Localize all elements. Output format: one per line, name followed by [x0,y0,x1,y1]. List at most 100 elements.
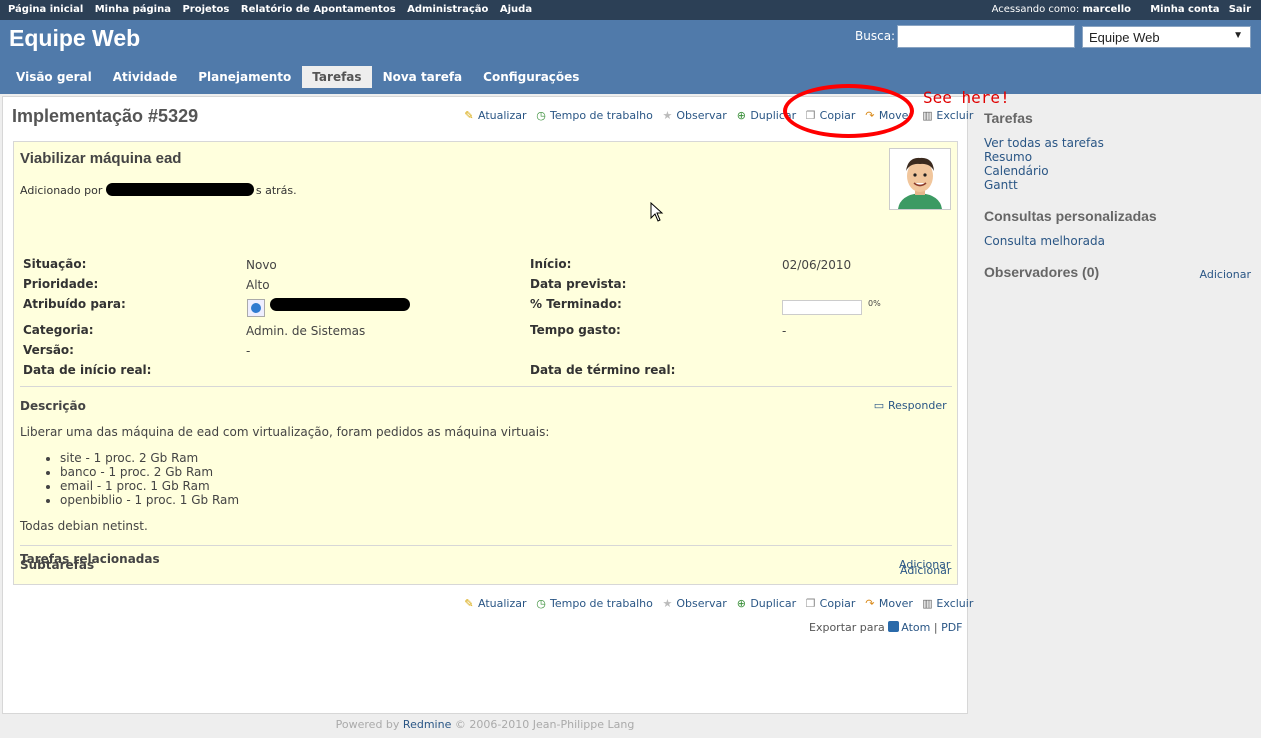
delete-label: Excluir [936,109,974,122]
trash-icon: ▥ [922,597,933,610]
priority-value: Alto [246,278,270,292]
issue-actions-bottom: ✎ Atualizar ◷ Tempo de trabalho ★ Observar … [458,597,973,610]
search-input[interactable] [897,25,1075,48]
redaction-mark [270,298,410,311]
done-progress-bar [782,300,862,315]
redmine-link[interactable]: Redmine [403,718,451,731]
version-label: Versão: [23,343,74,357]
sidebar-link-custom-query[interactable]: Consulta melhorada [984,234,1254,248]
description-list: site - 1 proc. 2 Gb Ram banco - 1 proc. … [60,451,549,507]
assigned-to-label: Atribuído para: [23,297,126,311]
status-value: Novo [246,258,277,272]
delete-button[interactable]: ▥ Excluir [920,109,973,122]
list-item: banco - 1 proc. 2 Gb Ram [60,465,549,479]
top-menu-my-page[interactable]: Minha página [95,4,171,15]
user-icon [247,299,265,317]
watch-button[interactable]: ★ Observar [660,597,726,610]
project-title: Equipe Web [9,25,141,51]
added-ago-suffix: s atrás. [255,184,297,197]
top-menu-time-report[interactable]: Relatório de Apontamentos [241,4,396,15]
mouse-cursor-icon [650,202,664,222]
reply-button[interactable]: ▭ Responder [872,399,947,412]
sidebar-link-summary[interactable]: Resumo [984,150,1254,164]
log-time-button[interactable]: ◷ Tempo de trabalho [534,109,653,122]
actual-start-label: Data de início real: [23,363,152,377]
spent-time-label: Tempo gasto: [530,323,621,337]
duplicate-label: Duplicar [750,597,797,610]
log-time-label: Tempo de trabalho [550,109,653,122]
tab-new-issue[interactable]: Nova tarefa [373,66,473,88]
footer-powered: Powered by [335,718,400,731]
issue-subject: Viabilizar máquina ead [20,150,182,167]
sidebar-link-calendar[interactable]: Calendário [984,164,1254,178]
log-time-button[interactable]: ◷ Tempo de trabalho [534,597,653,610]
top-menu-home[interactable]: Página inicial [8,4,83,15]
sidebar-queries-title: Consultas personalizadas [984,208,1157,224]
description-intro: Liberar uma das máquina de ead com virtu… [20,425,550,439]
watch-label: Observar [676,597,727,610]
reply-label: Responder [888,399,947,412]
tab-settings[interactable]: Configurações [473,66,589,88]
top-menu-projects[interactable]: Projetos [182,4,229,15]
divider [20,386,952,387]
avatar [889,148,951,210]
page-title: Implementação #5329 [12,106,199,126]
duplicate-button[interactable]: ⊕ Duplicar [734,597,796,610]
move-arrow-icon: ↷ [865,597,875,610]
logged-user[interactable]: marcello [1082,4,1131,15]
rss-feed-icon [888,621,900,632]
avatar-face-icon [890,149,950,209]
trash-icon: ▥ [922,109,933,122]
annotation-text: See here! [923,88,1010,107]
category-label: Categoria: [23,323,94,337]
move-button[interactable]: ↷ Mover [863,597,913,610]
export-atom-link[interactable]: Atom [901,621,930,634]
export-links: Exportar para Atom | PDF [809,621,963,634]
sidebar-queries-links: Consulta melhorada [984,234,1254,248]
divider [20,545,952,546]
watch-button[interactable]: ★ Observar [660,109,726,122]
search-label: Busca: [855,29,896,43]
delete-button[interactable]: ▥ Excluir [920,597,973,610]
list-item: site - 1 proc. 2 Gb Ram [60,451,549,465]
chevron-down-icon: ▼ [1233,30,1243,41]
watchers-section: Observadores (0) Adicionar [984,264,1254,284]
sidebar-link-gantt[interactable]: Gantt [984,178,1254,192]
copy-button[interactable]: ❐ Copiar [804,597,856,610]
status-label: Situação: [23,257,87,271]
watchers-title: Observadores (0) [984,264,1100,280]
update-button[interactable]: ✎ Atualizar [462,597,527,610]
logout-link[interactable]: Sair [1229,4,1251,15]
version-value: - [246,344,251,358]
tab-issues[interactable]: Tarefas [302,66,372,88]
add-watcher-link[interactable]: Adicionar [1200,268,1251,281]
divider [20,584,952,585]
top-menu-administration[interactable]: Administração [407,4,488,15]
export-separator: | [933,621,938,634]
update-button[interactable]: ✎ Atualizar [462,109,527,122]
move-label: Mover [878,597,913,610]
pencil-icon: ✎ [464,109,474,122]
top-menu-help[interactable]: Ajuda [500,4,532,15]
annotation-circle [783,84,914,138]
list-item: openbiblio - 1 proc. 1 Gb Ram [60,493,549,507]
related-issues-title: Tarefas relacionadas [20,552,160,566]
due-date-label: Data prevista: [530,277,627,291]
tab-roadmap[interactable]: Planejamento [188,66,301,88]
my-account-link[interactable]: Minha conta [1150,4,1219,15]
done-percent: 0% [868,299,881,308]
start-date-label: Início: [530,257,572,271]
top-menu-right: Acessando como: marcello Minha conta Sai… [992,4,1251,15]
duplicate-icon: ⊕ [736,109,746,122]
update-label: Atualizar [478,109,527,122]
update-label: Atualizar [478,597,527,610]
footer-copyright: © 2006-2010 Jean-Philippe Lang [454,718,635,731]
delete-label: Excluir [936,597,974,610]
export-pdf-link[interactable]: PDF [941,621,962,634]
tab-overview[interactable]: Visão geral [6,66,102,88]
project-jump-select[interactable]: Equipe Web ▼ [1082,26,1251,48]
top-menu-left: Página inicial Minha página Projetos Rel… [8,4,540,15]
tab-activity[interactable]: Atividade [103,66,188,88]
add-relation-link[interactable]: Adicionar [899,558,950,571]
sidebar-link-all-issues[interactable]: Ver todas as tarefas [984,136,1254,150]
